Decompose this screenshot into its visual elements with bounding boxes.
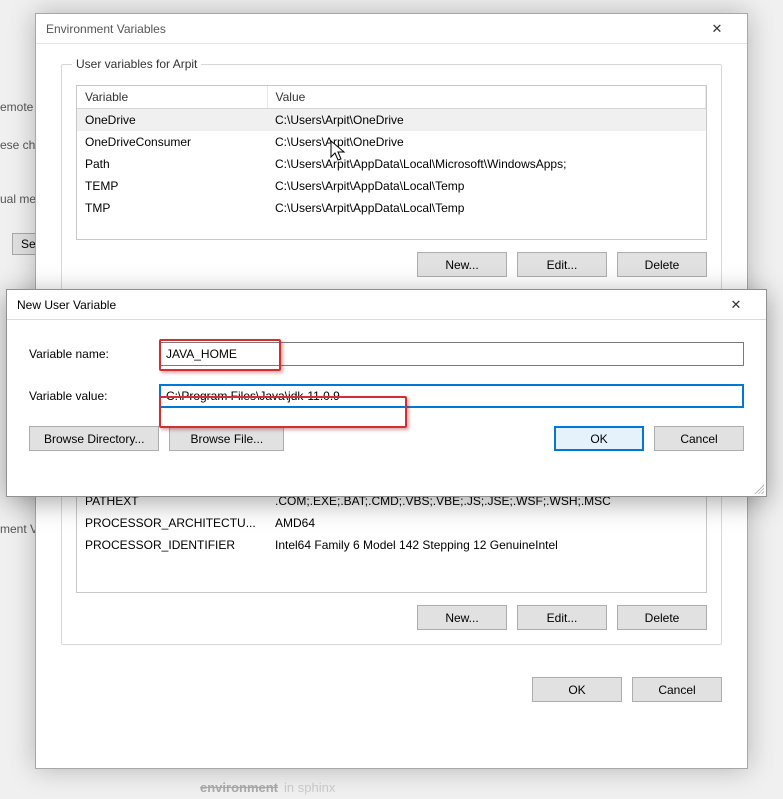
cell-val: C:\Users\Arpit\OneDrive xyxy=(267,109,706,132)
cell-val: C:\Users\Arpit\AppData\Local\Temp xyxy=(267,175,706,197)
sys-new-button[interactable]: New... xyxy=(417,605,507,630)
cell-val: Intel64 Family 6 Model 142 Stepping 12 G… xyxy=(267,534,706,556)
variable-value-input[interactable] xyxy=(159,384,744,408)
col-variable[interactable]: Variable xyxy=(77,86,267,109)
cell-var: TMP xyxy=(77,197,267,219)
table-row[interactable]: Path C:\Users\Arpit\AppData\Local\Micros… xyxy=(77,153,706,175)
bg-text: ese ch xyxy=(0,138,35,152)
sys-delete-button[interactable]: Delete xyxy=(617,605,707,630)
cell-val: C:\Users\Arpit\OneDrive xyxy=(267,131,706,153)
dialog-title: Environment Variables xyxy=(46,22,166,36)
browse-file-button[interactable]: Browse File... xyxy=(169,426,284,451)
cell-var: Path xyxy=(77,153,267,175)
cell-var: TEMP xyxy=(77,175,267,197)
cell-val: C:\Users\Arpit\AppData\Local\Microsoft\W… xyxy=(267,153,706,175)
sys-edit-button[interactable]: Edit... xyxy=(517,605,607,630)
env-cancel-button[interactable]: Cancel xyxy=(632,677,722,702)
status-suffix: in sphinx xyxy=(284,780,335,795)
cell-var: OneDriveConsumer xyxy=(77,131,267,153)
table-row[interactable]: PROCESSOR_ARCHITECTU... AMD64 xyxy=(77,512,706,534)
cell-val: AMD64 xyxy=(267,512,706,534)
user-edit-button[interactable]: Edit... xyxy=(517,252,607,277)
titlebar[interactable]: Environment Variables ✕ xyxy=(36,14,747,44)
table-row[interactable]: PROCESSOR_IDENTIFIER Intel64 Family 6 Mo… xyxy=(77,534,706,556)
cell-var: PROCESSOR_IDENTIFIER xyxy=(77,534,267,556)
cell-var: PROCESSOR_ARCHITECTU... xyxy=(77,512,267,534)
variable-name-input[interactable] xyxy=(159,342,744,366)
bg-text: ual me xyxy=(0,192,36,206)
table-row[interactable]: TEMP C:\Users\Arpit\AppData\Local\Temp xyxy=(77,175,706,197)
close-icon[interactable]: ✕ xyxy=(697,14,737,43)
resize-grip-icon[interactable] xyxy=(752,482,764,494)
user-delete-button[interactable]: Delete xyxy=(617,252,707,277)
bg-text: ment V xyxy=(0,522,38,536)
table-row[interactable]: TMP C:\Users\Arpit\AppData\Local\Temp xyxy=(77,197,706,219)
status-word: environment xyxy=(200,780,278,795)
table-row[interactable]: OneDriveConsumer C:\Users\Arpit\OneDrive xyxy=(77,131,706,153)
variable-name-label: Variable name: xyxy=(29,347,159,361)
dialog-title: New User Variable xyxy=(17,298,116,312)
titlebar[interactable]: New User Variable ✕ xyxy=(7,290,766,320)
bg-text: emote xyxy=(0,100,33,114)
newvar-cancel-button[interactable]: Cancel xyxy=(654,426,744,451)
browse-directory-button[interactable]: Browse Directory... xyxy=(29,426,159,451)
user-vars-list[interactable]: Variable Value OneDrive C:\Users\Arpit\O… xyxy=(76,85,707,240)
env-ok-button[interactable]: OK xyxy=(532,677,622,702)
variable-value-label: Variable value: xyxy=(29,389,159,403)
close-icon[interactable]: ✕ xyxy=(716,290,756,319)
newvar-ok-button[interactable]: OK xyxy=(554,426,644,451)
user-new-button[interactable]: New... xyxy=(417,252,507,277)
cell-val: C:\Users\Arpit\AppData\Local\Temp xyxy=(267,197,706,219)
status-bar: environment in sphinx xyxy=(0,775,783,799)
user-vars-group: Variable Value OneDrive C:\Users\Arpit\O… xyxy=(61,64,722,292)
cell-var: OneDrive xyxy=(77,109,267,132)
table-row[interactable]: OneDrive C:\Users\Arpit\OneDrive xyxy=(77,109,706,132)
new-user-variable-dialog: New User Variable ✕ Variable name: Varia… xyxy=(6,289,767,497)
col-value[interactable]: Value xyxy=(267,86,706,109)
